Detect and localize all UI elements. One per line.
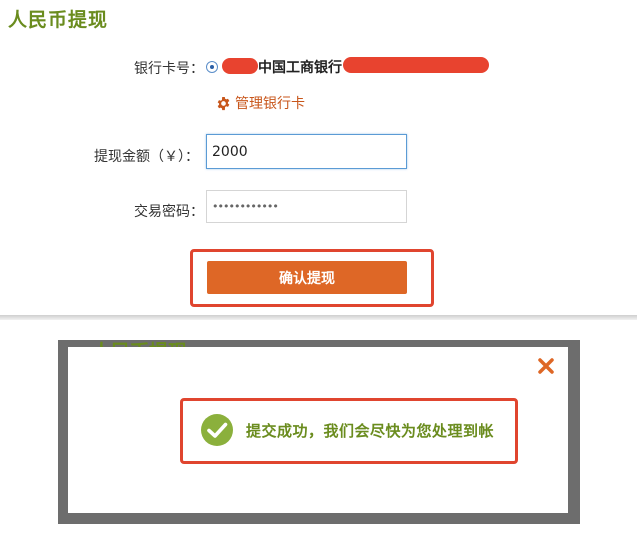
- bank-name: 中国工商银行: [258, 60, 342, 76]
- background-page-title: 人民币提现: [92, 338, 187, 347]
- password-input[interactable]: ••••••••••••: [206, 190, 407, 223]
- password-label: 交易密码：: [134, 204, 204, 220]
- confirm-withdraw-button[interactable]: 确认提现: [207, 261, 407, 294]
- screenshot-divider: [0, 315, 637, 320]
- amount-input[interactable]: 2000: [206, 134, 407, 169]
- amount-label: 提现金额（￥）：: [94, 149, 199, 165]
- manage-cards-label: 管理银行卡: [235, 96, 305, 112]
- withdraw-form-panel: 人民币提现 银行卡号： 中国工商银行 管理银行卡 提现金额（￥）： 2000 交…: [0, 0, 637, 316]
- success-message: 提交成功，我们会尽快为您处理到帐: [246, 421, 495, 440]
- bank-card-radio[interactable]: [206, 61, 218, 73]
- check-circle-icon: [201, 414, 233, 446]
- success-message-row: 提交成功，我们会尽快为您处理到帐: [200, 413, 494, 447]
- manage-cards-link[interactable]: 管理银行卡: [216, 93, 305, 113]
- close-icon[interactable]: [537, 357, 555, 375]
- redacted-card-prefix: [222, 58, 258, 74]
- bank-card-label: 银行卡号：: [134, 61, 204, 77]
- gear-icon: [217, 96, 230, 110]
- redacted-card-number: [343, 57, 489, 73]
- withdraw-page: 人民币提现 银行卡号： 中国工商银行 管理银行卡 提现金额（￥）： 2000 交…: [0, 0, 637, 538]
- page-title: 人民币提现: [8, 9, 109, 31]
